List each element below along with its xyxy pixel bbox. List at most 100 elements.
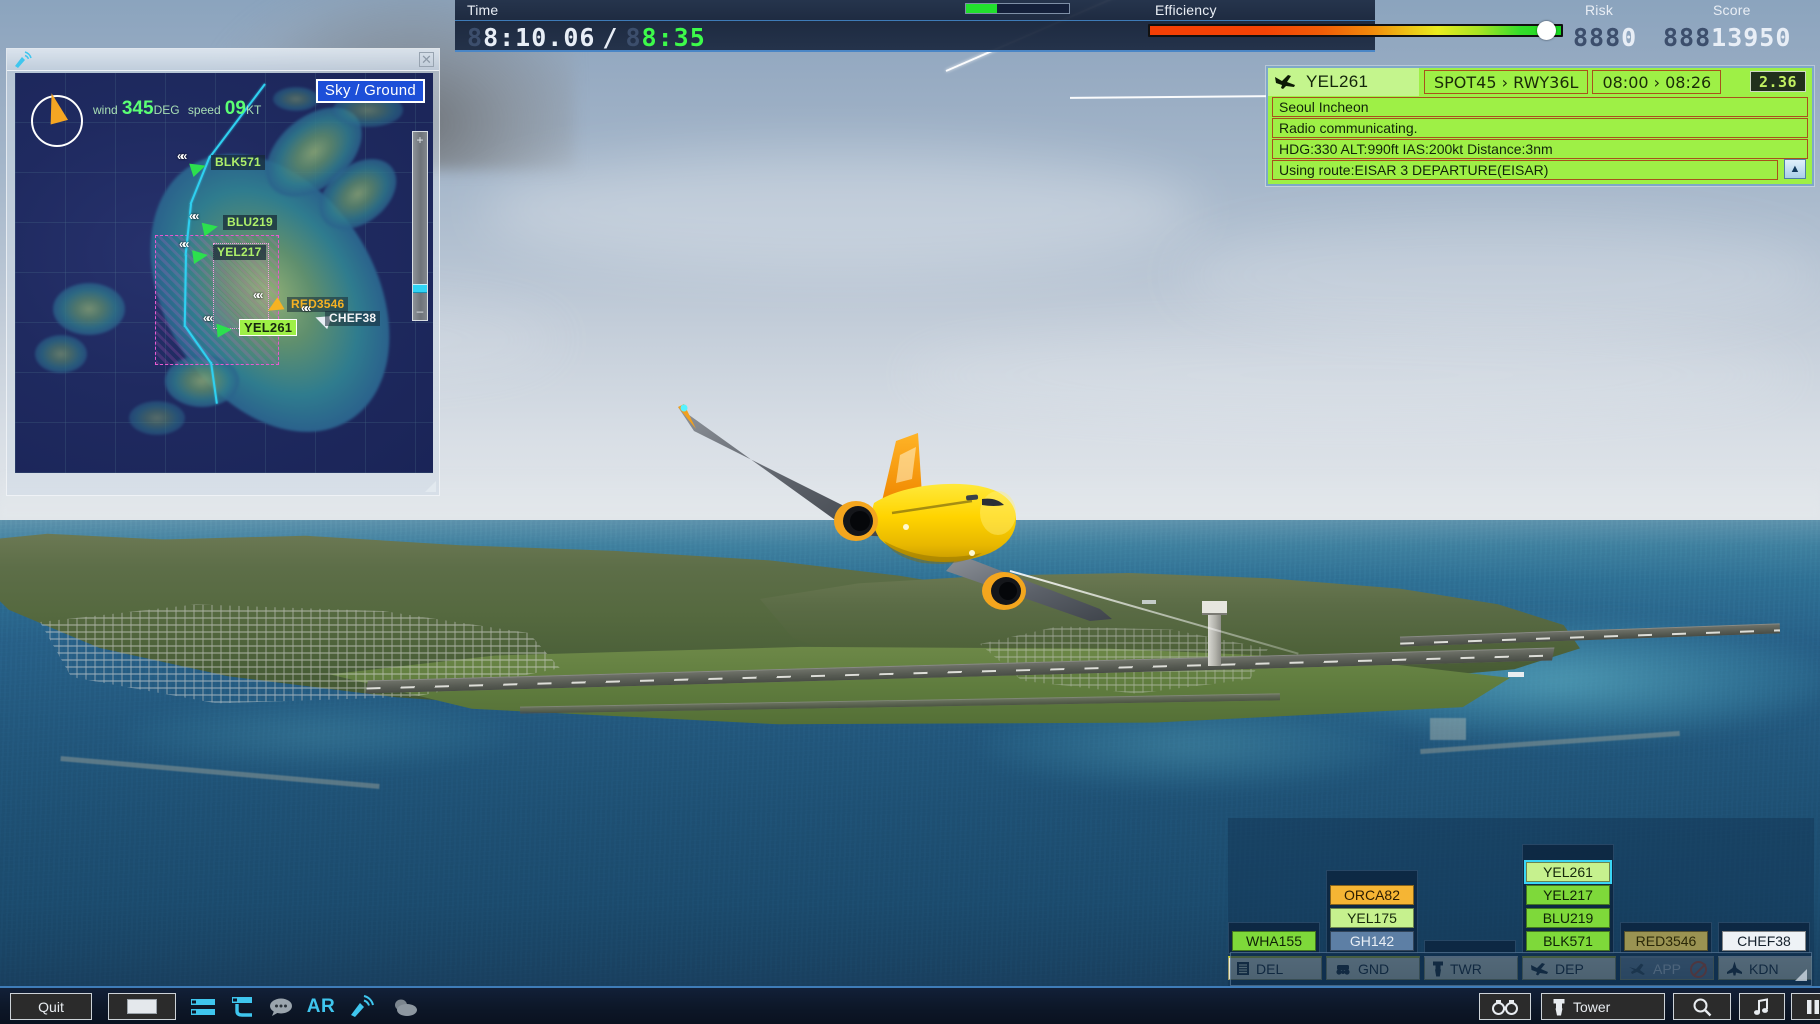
radar-window[interactable]: ✕ <box>6 48 440 496</box>
airplane-icon <box>1274 74 1296 90</box>
zoom-slider-handle[interactable] <box>413 284 427 293</box>
radar-zoom-slider[interactable]: + – <box>412 131 428 321</box>
wind-speed: 09 <box>225 98 246 119</box>
track-history-icon: «« <box>253 288 260 302</box>
radar-dish-icon <box>13 51 33 69</box>
ar-icon[interactable]: AR <box>306 995 336 1019</box>
score-value: 13950 <box>1711 23 1791 52</box>
radar-title-bar[interactable]: ✕ <box>7 49 439 71</box>
cloud <box>480 150 1200 270</box>
strip-column-app[interactable]: RED3546 <box>1620 928 1712 954</box>
camera-view-label: Tower <box>1573 999 1610 1015</box>
flight-strip[interactable]: BLU219 <box>1526 908 1610 928</box>
radar-contact-label[interactable]: BLK571 <box>211 155 265 170</box>
time-separator: / <box>595 23 625 52</box>
info-callsign-block[interactable]: YEL261 <box>1268 68 1420 96</box>
ground-aircraft <box>1508 672 1524 677</box>
radar-contact-label[interactable]: RED3546 <box>287 297 348 312</box>
risk-value: 0 <box>1621 23 1637 52</box>
flight-strip-bay[interactable]: WHA155 ORCA82 YEL175 GH142 YEL261 YEL217 BLU21… <box>1228 818 1814 988</box>
info-scroll-up-button[interactable]: ▲ <box>1784 159 1806 179</box>
resize-grip[interactable] <box>425 481 436 492</box>
camera-view-button[interactable]: Tower <box>1541 993 1665 1020</box>
bottom-toolbar: Quit AR <box>0 986 1820 1024</box>
score-label: Score <box>1713 2 1751 18</box>
wind-dir-unit: DEG <box>154 103 180 117</box>
flight-strip[interactable]: WHA155 <box>1232 931 1316 951</box>
zoom-out-icon[interactable]: – <box>413 306 427 317</box>
radar-contact-label[interactable]: CHEF38 <box>325 311 380 326</box>
island <box>129 401 185 435</box>
info-telemetry: HDG:330 ALT:990ft IAS:200kt Distance:3nm <box>1272 139 1808 159</box>
keyboard-button[interactable] <box>108 993 176 1020</box>
radar-dish-icon[interactable] <box>348 995 378 1019</box>
track-history-icon: «« <box>203 311 210 325</box>
status-hud: Time 88:10.06/88:35 Efficiency Risk 8880… <box>455 0 1375 52</box>
flight-strip[interactable]: RED3546 <box>1624 931 1708 951</box>
pause-icon <box>1806 999 1820 1015</box>
efficiency-bar <box>1148 24 1563 37</box>
track-history-icon: «« <box>301 301 308 315</box>
info-status: Radio communicating. <box>1272 118 1808 138</box>
island <box>53 283 125 335</box>
flight-strip[interactable]: CHEF38 <box>1722 931 1806 951</box>
resize-grip[interactable] <box>1795 969 1807 981</box>
ground-aircraft <box>1142 600 1156 604</box>
player-aircraft <box>660 395 1120 645</box>
flight-strip[interactable]: ORCA82 <box>1330 885 1414 905</box>
radar-contact-label[interactable]: YEL217 <box>213 245 266 260</box>
efficiency-marker <box>1537 21 1556 40</box>
flight-strip[interactable]: YEL217 <box>1526 885 1610 905</box>
radar-display[interactable]: wind 345DEG speed 09KT Sky / Ground + – … <box>15 73 433 473</box>
flight-strip[interactable]: GH142 <box>1330 931 1414 951</box>
wind-prefix: wind <box>93 103 118 117</box>
time-total: 8:35 <box>642 23 706 52</box>
strip-holding-tray[interactable] <box>1230 952 1812 986</box>
route-icon[interactable] <box>226 995 256 1019</box>
time-current: 8:10.06 <box>483 23 595 52</box>
wind-readout: wind 345DEG speed 09KT <box>93 98 261 120</box>
cloud <box>1180 220 1820 330</box>
time-label: Time <box>467 2 498 18</box>
strip-column-del[interactable]: WHA155 <box>1228 928 1320 954</box>
strip-column-kdn[interactable]: CHEF38 <box>1718 928 1810 954</box>
sky-ground-toggle[interactable]: Sky / Ground <box>316 79 425 103</box>
risk-label: Risk <box>1585 2 1613 18</box>
binoculars-button[interactable] <box>1479 993 1531 1020</box>
music-button[interactable] <box>1739 993 1785 1020</box>
aircraft-symbol-icon <box>192 248 209 264</box>
search-button[interactable] <box>1673 993 1731 1020</box>
flight-strip[interactable]: YEL261 <box>1526 862 1610 882</box>
wind-arrow-icon <box>43 91 68 125</box>
close-icon[interactable]: ✕ <box>419 52 434 67</box>
info-route-detail: Using route:EISAR 3 DEPARTURE(EISAR) <box>1272 160 1778 180</box>
zoom-in-icon[interactable]: + <box>413 135 427 146</box>
track-history-icon: «« <box>189 209 196 223</box>
wind-indicator <box>31 95 83 147</box>
chat-icon[interactable] <box>266 995 296 1019</box>
pause-button[interactable] <box>1791 993 1820 1020</box>
info-route: SPOT45 › RWY36L <box>1424 70 1588 94</box>
tower-icon <box>1552 998 1566 1016</box>
shallow-water <box>120 700 520 770</box>
score-ghost: 888 <box>1663 23 1711 52</box>
flight-info-panel[interactable]: YEL261 SPOT45 › RWY36L 08:00 › 08:26 2.3… <box>1266 66 1814 186</box>
radar-contact-label[interactable]: YEL261 <box>239 319 297 336</box>
flight-strip[interactable]: YEL175 <box>1330 908 1414 928</box>
strip-column-dep[interactable]: YEL261 YEL217 BLU219 BLK571 <box>1522 859 1614 954</box>
risk-ghost: 888 <box>1573 23 1621 52</box>
quit-button[interactable]: Quit <box>10 993 92 1020</box>
strip-column-gnd[interactable]: ORCA82 YEL175 GH142 <box>1326 882 1418 954</box>
efficiency-label: Efficiency <box>1155 2 1217 18</box>
island <box>273 87 319 111</box>
binoculars-icon <box>1492 999 1518 1015</box>
weather-cloud-icon[interactable] <box>390 995 420 1019</box>
info-eta-timer: 2.36 <box>1750 71 1806 92</box>
control-tower <box>1208 610 1221 666</box>
time-progress-bar <box>965 3 1070 14</box>
radar-contact-label[interactable]: BLU219 <box>223 215 277 230</box>
flight-strips-icon[interactable] <box>188 995 218 1019</box>
flight-strip[interactable]: BLK571 <box>1526 931 1610 951</box>
time-progress-fill <box>966 4 997 13</box>
speed-unit: KT <box>246 103 261 117</box>
